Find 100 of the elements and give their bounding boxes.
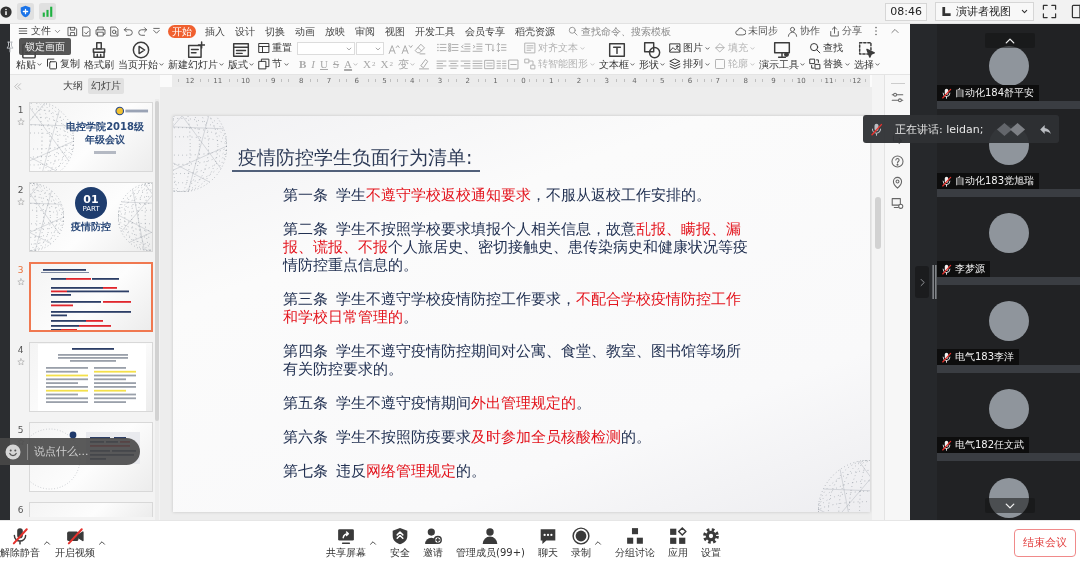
ribbon-tab[interactable]: 切换: [264, 24, 286, 38]
scroll-up-button[interactable]: [985, 33, 1035, 48]
search-icon[interactable]: [568, 26, 578, 36]
slide-thumbnail[interactable]: [29, 262, 153, 332]
video-tile[interactable]: 自动化184舒平安: [937, 24, 1080, 101]
decrease-indent-icon[interactable]: [459, 42, 471, 53]
save-icon[interactable]: [67, 25, 78, 37]
microphone-button[interactable]: 解除静音: [0, 526, 40, 559]
panel-tab[interactable]: 幻灯片: [88, 78, 124, 94]
line-spacing-icon[interactable]: [495, 42, 507, 53]
end-meeting-button[interactable]: 结束会议: [1014, 528, 1076, 557]
ribbon-tab[interactable]: 审阅: [354, 24, 376, 38]
font-size-field[interactable]: [356, 42, 384, 55]
sliders-icon[interactable]: [891, 91, 904, 104]
manage-members-button[interactable]: 管理成员(99+): [456, 526, 525, 559]
info-icon[interactable]: [0, 5, 12, 18]
undo-icon[interactable]: [123, 25, 134, 37]
ribbon-tab[interactable]: 放映: [324, 24, 346, 38]
scroll-thumb[interactable]: [875, 197, 881, 249]
ribbon-button[interactable]: 重置: [258, 42, 292, 54]
ribbon-button[interactable]: 复制: [46, 58, 80, 70]
distributed-align-icon[interactable]: [483, 59, 495, 70]
video-tile[interactable]: 李梦源: [937, 197, 1080, 277]
video-tile[interactable]: 电气182任文武: [937, 373, 1080, 453]
caret-up-icon[interactable]: [369, 538, 377, 547]
collapse-panel-button[interactable]: [915, 266, 929, 298]
ribbon-button[interactable]: 替换: [808, 58, 850, 70]
slide-thumbnail[interactable]: 电控学院2018级 年级会议: [29, 102, 153, 172]
decrease-font-size-icon[interactable]: [401, 42, 413, 55]
ribbon-button[interactable]: 查找: [808, 42, 850, 54]
command-search-field[interactable]: 查找命令、搜索模板: [581, 24, 675, 38]
ribbon-tab[interactable]: 开发工具: [414, 24, 456, 38]
caret-up-icon[interactable]: [98, 538, 106, 547]
ribbon-button[interactable]: 格式刷: [83, 38, 115, 74]
columns-icon[interactable]: [495, 59, 507, 70]
caret-up-icon[interactable]: [593, 538, 602, 547]
text-direction-icon[interactable]: [483, 42, 495, 53]
numbered-list-icon[interactable]: [447, 42, 459, 53]
ribbon-tab[interactable]: 插入: [204, 24, 226, 38]
ribbon-button[interactable]: 节: [258, 58, 292, 70]
share-screen-button[interactable]: 共享屏幕: [326, 526, 366, 559]
scroll-down-button[interactable]: [985, 498, 1035, 513]
signal-bars-icon[interactable]: [39, 3, 56, 20]
ribbon-button[interactable]: 图片: [668, 42, 710, 54]
video-tile[interactable]: 电气183李洋: [937, 285, 1080, 365]
pin-icon[interactable]: [4, 40, 16, 53]
invite-button[interactable]: 邀请: [423, 526, 443, 559]
camera-button[interactable]: 开启视频: [55, 526, 95, 559]
chevron-up-icon[interactable]: [890, 26, 900, 36]
bullet-list-icon[interactable]: [435, 42, 447, 53]
print-preview-icon[interactable]: [109, 25, 120, 37]
ribbon-tab[interactable]: 设计: [234, 24, 256, 38]
align-right-icon[interactable]: [459, 59, 471, 70]
video-tile[interactable]: [937, 461, 1080, 520]
security-button[interactable]: 安全: [390, 526, 410, 559]
align-center-icon[interactable]: [447, 59, 459, 70]
share-button[interactable]: 分享: [829, 24, 862, 38]
emoji-icon[interactable]: [5, 443, 21, 460]
ribbon-tab[interactable]: 视图: [384, 24, 406, 38]
collaborate-button[interactable]: 协作: [787, 24, 820, 38]
apps-button[interactable]: 应用: [667, 526, 688, 559]
caret-bar-icon[interactable]: [151, 25, 162, 37]
ribbon-tab[interactable]: 稻壳资源: [514, 24, 556, 38]
redo-icon[interactable]: [137, 25, 148, 37]
ribbon-button[interactable]: 当页开始: [117, 38, 165, 74]
ribbon-button[interactable]: 演示工具: [757, 38, 806, 74]
monitor-circle-icon[interactable]: [891, 197, 904, 210]
reply-arrow-icon[interactable]: [1039, 122, 1053, 136]
font-name-field[interactable]: [297, 42, 355, 55]
panel-layout-icon[interactable]: [1071, 4, 1080, 19]
file-menu-button[interactable]: 文件: [18, 24, 61, 38]
ribbon-button[interactable]: 新建幻灯片: [167, 38, 225, 74]
print-icon[interactable]: [95, 25, 106, 37]
highlighter-icon[interactable]: [417, 58, 430, 70]
ribbon-tab[interactable]: 会员专享: [464, 24, 506, 38]
ribbon-tab[interactable]: 动画: [294, 24, 316, 38]
fullscreen-icon[interactable]: [1042, 4, 1057, 19]
panel-tab[interactable]: 大纲: [60, 78, 86, 94]
resize-grip-icon[interactable]: [932, 265, 937, 299]
location-pin-icon[interactable]: [891, 176, 904, 189]
ribbon-button[interactable]: 选择: [852, 38, 881, 74]
caret-up-icon[interactable]: [43, 538, 51, 547]
increase-indent-icon[interactable]: [471, 42, 483, 53]
eraser-icon[interactable]: [414, 42, 426, 55]
sync-status-button[interactable]: 未同步: [735, 24, 778, 38]
text-box-align-icon[interactable]: [507, 59, 519, 70]
security-shield-icon[interactable]: [17, 3, 34, 20]
ribbon-button[interactable]: 排列: [668, 58, 710, 70]
ribbon-button[interactable]: 文本框: [597, 38, 636, 74]
ribbon-button[interactable]: 形状: [637, 38, 666, 74]
breakout-rooms-button[interactable]: 分组讨论: [614, 526, 655, 559]
document-check-icon[interactable]: [81, 25, 92, 37]
justify-icon[interactable]: [471, 59, 483, 70]
view-mode-button[interactable]: 演讲者视图: [935, 2, 1034, 21]
help-icon[interactable]: [891, 155, 904, 168]
record-button[interactable]: 录制: [570, 526, 591, 559]
increase-font-size-icon[interactable]: [388, 42, 400, 55]
settings-button[interactable]: 设置: [700, 526, 721, 559]
align-left-icon[interactable]: [435, 59, 447, 70]
ribbon-button[interactable]: 版式: [227, 38, 255, 74]
